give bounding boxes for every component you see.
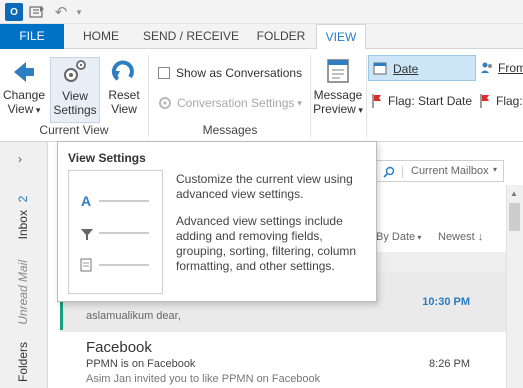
quick-access-toolbar: O ↶ ▾ [0,0,523,24]
conversation-settings-button[interactable]: Conversation Settings ▾ [158,96,302,110]
view-settings-illustration: A [68,170,163,294]
nav-unread-mail[interactable]: Unread Mail [16,260,30,325]
arrangement-date-option[interactable]: Date [368,55,476,81]
message-preview-button[interactable]: Message Preview ▾ [312,57,364,117]
customize-toolbar-chevron-icon[interactable]: ▾ [74,3,84,21]
svg-text:A: A [81,193,91,209]
search-scope-box[interactable]: | Current Mailbox ▾ [374,160,504,182]
search-icon [383,166,395,178]
checkbox-box [158,67,170,79]
mail-list-item[interactable]: Facebook PPMN is on Facebook Asim Jan in… [60,333,506,388]
red-flag-icon [480,94,489,108]
nav-folders[interactable]: Folders [16,342,30,382]
group-divider [310,55,311,137]
view-settings-tooltip: View Settings A Customize the current vi… [57,141,377,302]
show-as-conversations-checkbox[interactable]: Show as Conversations [158,66,302,80]
view-settings-button[interactable]: View Settings [50,57,100,123]
ribbon: Change View ▾ View Settings Reset View C… [0,49,523,142]
tab-home[interactable]: HOME [72,24,130,49]
reset-view-button[interactable]: Reset View [104,57,144,116]
people-icon [481,62,492,73]
calendar-icon [373,62,387,75]
tooltip-title: View Settings [68,151,146,165]
tab-view[interactable]: VIEW [316,24,366,50]
tab-file[interactable]: FILE [0,24,64,49]
tab-folder[interactable]: FOLDER [250,24,312,49]
reset-view-icon [111,60,134,81]
sort-by-date-dropdown[interactable]: By Date ▾ [376,231,421,243]
ribbon-tabs: FILE HOME SEND / RECEIVE FOLDER VIEW [0,24,523,50]
message-preview-icon [327,59,349,83]
folder-pane-collapsed: › Inbox 2 Unread Mail Folders [0,142,48,388]
send-receive-all-icon[interactable] [28,3,46,21]
messages-group-label: Messages [202,123,258,137]
group-divider [148,55,149,137]
tab-send-receive[interactable]: SEND / RECEIVE [136,24,246,49]
change-view-icon [14,62,34,82]
expand-folder-pane-icon[interactable]: › [18,152,22,166]
red-flag-icon [372,94,381,108]
group-divider [366,55,367,137]
current-view-group-label: Current View [39,123,109,137]
tooltip-description: Customize the current view using advance… [176,172,357,273]
outlook-logo-icon: O [5,3,23,21]
sort-order-toggle[interactable]: Newest ↓ [438,231,483,243]
scrollbar-thumb[interactable] [509,203,520,231]
nav-inbox[interactable]: Inbox 2 [16,196,30,239]
view-settings-gear-icon [64,60,86,82]
arrangement-from-option[interactable]: From [476,55,523,81]
arrangement-flag-due-option[interactable]: Flag: [480,94,523,108]
arrangement-flag-start-option[interactable]: Flag: Start Date [372,94,472,108]
conversation-settings-icon [159,97,171,109]
undo-icon[interactable]: ↶ [52,3,70,21]
change-view-button[interactable]: Change View ▾ [2,57,46,117]
scroll-up-arrow-icon[interactable]: ▲ [510,189,518,198]
mail-list-scrollbar[interactable]: ▲ [506,185,523,388]
